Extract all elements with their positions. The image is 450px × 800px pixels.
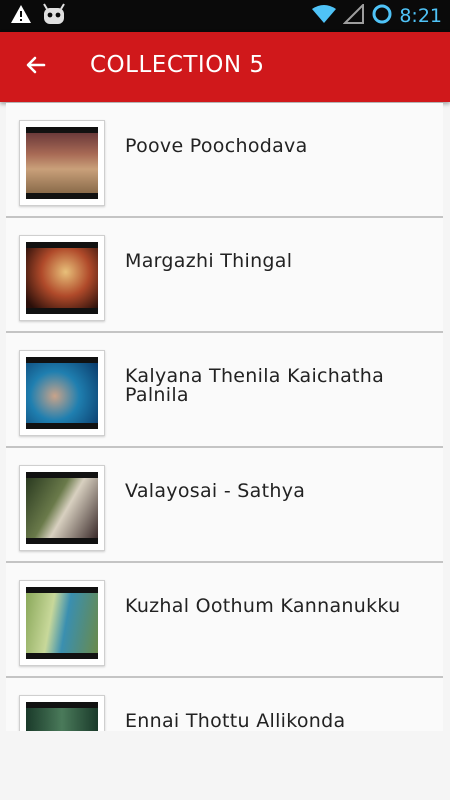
android-icon (42, 3, 66, 29)
bottom-area (0, 731, 450, 800)
list-item[interactable]: Valayosai - Sathya (6, 448, 443, 563)
thumbnail (19, 580, 105, 666)
arrow-left-icon (24, 53, 48, 81)
status-bar: 8:21 (0, 0, 450, 32)
thumbnail (19, 465, 105, 551)
list-item[interactable]: Kuzhal Oothum Kannanukku (6, 563, 443, 678)
signal-icon (342, 2, 365, 28)
song-title: Kuzhal Oothum Kannanukku (125, 595, 401, 617)
warning-icon (10, 4, 32, 28)
thumbnail (19, 695, 105, 731)
sync-icon (371, 3, 393, 29)
clock: 8:21 (399, 5, 442, 27)
thumbnail (19, 235, 105, 321)
thumbnail (19, 120, 105, 206)
song-list[interactable]: Poove Poochodava Margazhi Thingal Kalyan… (6, 103, 443, 731)
song-title: Valayosai - Sathya (125, 480, 306, 502)
back-button[interactable] (16, 48, 56, 86)
app-bar: COLLECTION 5 (0, 32, 450, 102)
thumbnail (19, 350, 105, 436)
page-title: COLLECTION 5 (90, 52, 265, 78)
song-title: Kalyana Thenila Kaichatha Palnila (125, 365, 385, 406)
song-title: Ennai Thottu Allikonda (125, 710, 346, 731)
list-item[interactable]: Kalyana Thenila Kaichatha Palnila (6, 333, 443, 448)
wifi-icon (311, 4, 337, 28)
song-title: Margazhi Thingal (125, 250, 293, 272)
list-item[interactable]: Ennai Thottu Allikonda (6, 678, 443, 731)
list-item[interactable]: Poove Poochodava (6, 103, 443, 218)
song-title: Poove Poochodava (125, 135, 308, 157)
list-item[interactable]: Margazhi Thingal (6, 218, 443, 333)
